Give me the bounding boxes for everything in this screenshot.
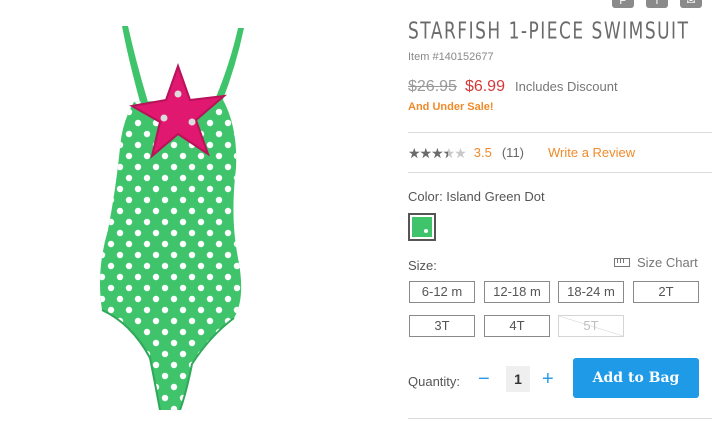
size-chart-label: Size Chart [637, 255, 698, 270]
email-icon[interactable]: ✉ [680, 0, 702, 8]
divider [408, 172, 712, 173]
size-option[interactable]: 4T [484, 315, 550, 337]
quantity-increase-button[interactable]: + [542, 366, 554, 392]
size-option-unavailable: 5T [558, 315, 624, 337]
ruler-icon [614, 258, 630, 267]
review-count[interactable]: (11) [502, 145, 524, 160]
quantity-input[interactable] [506, 366, 530, 392]
star-rating-icon[interactable]: ★★★★★ ★★★★★ [408, 146, 467, 160]
swatch-fill [412, 217, 432, 237]
size-chart-link[interactable]: Size Chart [614, 255, 698, 270]
size-option[interactable]: 2T [633, 281, 699, 303]
original-price: $26.95 [408, 78, 457, 95]
discount-note: Includes Discount [514, 79, 618, 94]
add-to-bag-button[interactable]: Add to Bag [573, 358, 699, 398]
size-label: Size: [408, 258, 437, 273]
rating-value[interactable]: 3.5 [474, 145, 492, 160]
divider [408, 418, 712, 419]
product-image [100, 26, 244, 410]
facebook-icon[interactable]: f [646, 0, 668, 8]
write-review-link[interactable]: Write a Review [548, 145, 635, 160]
product-title: STARFISH 1-PIECE SWIMSUIT [408, 18, 690, 45]
divider [408, 132, 712, 133]
quantity-label: Quantity: [408, 374, 461, 389]
sale-price: $6.99 [464, 78, 505, 95]
share-icons: P f ✉ [612, 0, 702, 8]
size-option[interactable]: 18-24 m [558, 281, 624, 303]
sale-note: And Under Sale! [408, 101, 494, 113]
color-swatch-island-green-dot[interactable] [408, 213, 436, 241]
size-option[interactable]: 3T [409, 315, 475, 337]
pinterest-icon[interactable]: P [612, 0, 634, 8]
rating-row: ★★★★★ ★★★★★ 3.5 (11) Write a Review [408, 145, 635, 160]
item-number: Item #140152677 [408, 51, 494, 63]
color-label: Color: Island Green Dot [408, 189, 545, 204]
size-option[interactable]: 6-12 m [409, 281, 475, 303]
quantity-decrease-button[interactable]: − [478, 366, 490, 392]
size-option[interactable]: 12-18 m [484, 281, 550, 303]
price-row: $26.95 $6.99 Includes Discount [408, 78, 618, 96]
